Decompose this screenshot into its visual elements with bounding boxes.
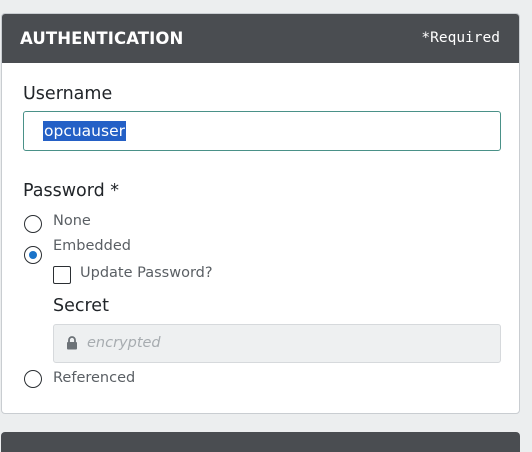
update-password-checkbox[interactable] — [53, 266, 71, 284]
username-input[interactable]: opcuauser — [23, 111, 501, 151]
authentication-panel: AUTHENTICATION *Required Username opcuau… — [1, 13, 520, 414]
username-label: Username — [23, 84, 113, 104]
radio-embedded-label[interactable]: Embedded — [53, 238, 131, 254]
radio-embedded[interactable] — [24, 246, 42, 264]
radio-none-label[interactable]: None — [53, 213, 91, 229]
radio-referenced-label[interactable]: Referenced — [53, 370, 135, 386]
radio-referenced[interactable] — [24, 370, 42, 388]
secret-label: Secret — [53, 296, 109, 316]
password-label: Password * — [23, 181, 120, 201]
panel-header: AUTHENTICATION *Required — [2, 14, 519, 63]
required-note: *Required — [421, 30, 500, 46]
secret-input[interactable]: encrypted — [53, 324, 501, 363]
panel-title: AUTHENTICATION — [20, 29, 184, 48]
username-value: opcuauser — [43, 121, 126, 141]
update-password-label[interactable]: Update Password? — [80, 265, 213, 281]
lock-icon — [67, 336, 77, 350]
secret-placeholder: encrypted — [87, 335, 161, 351]
next-panel-header — [1, 432, 520, 452]
radio-none[interactable] — [24, 215, 42, 233]
